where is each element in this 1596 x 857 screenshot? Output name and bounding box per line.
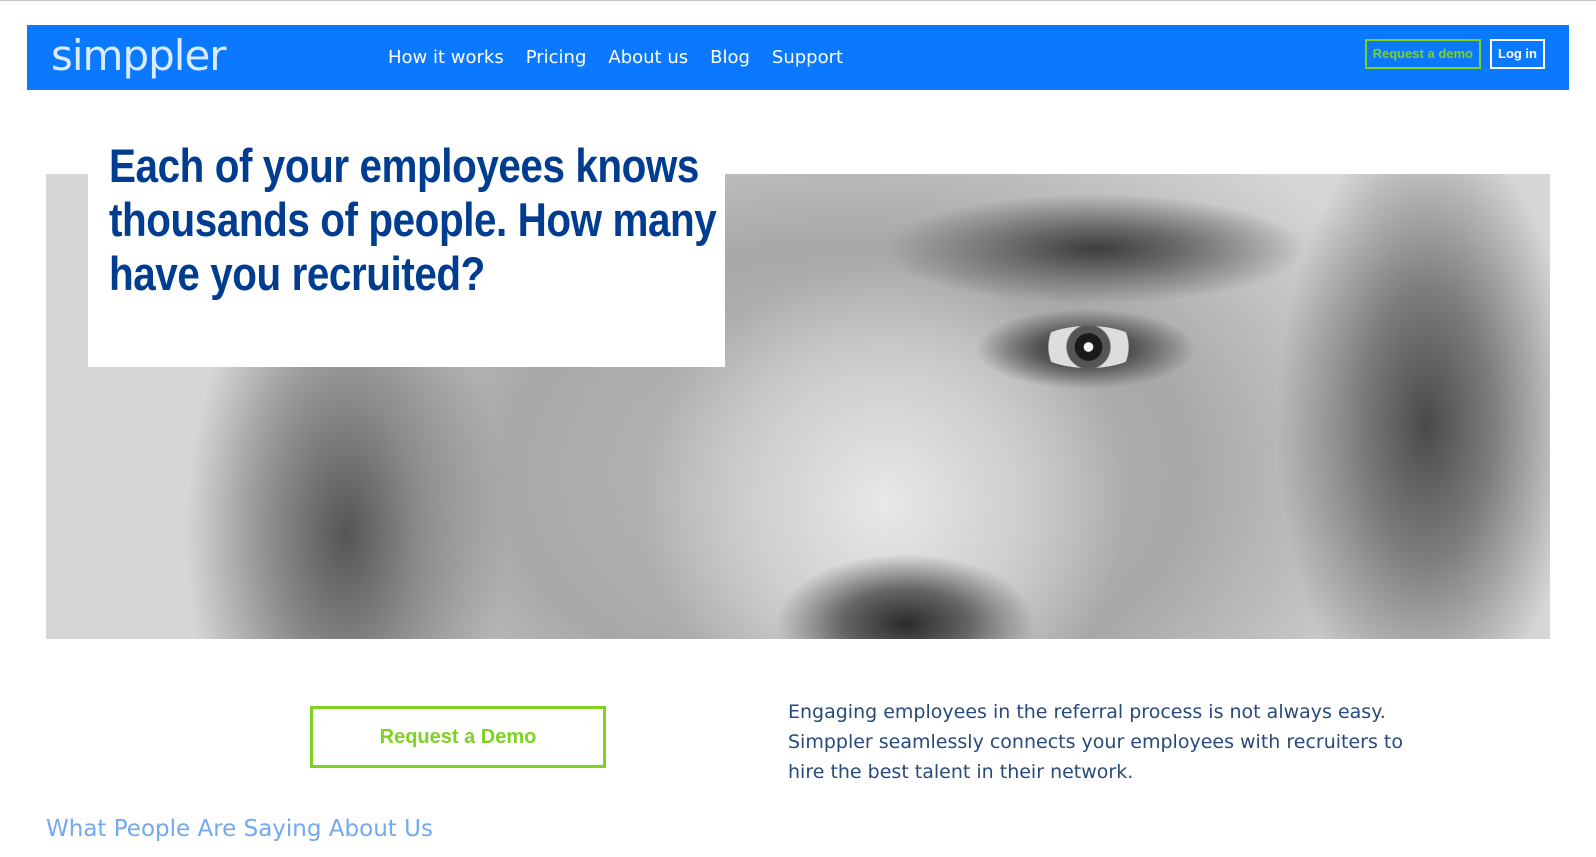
nav-pricing[interactable]: Pricing <box>526 47 587 68</box>
request-demo-cta-button[interactable]: Request a Demo <box>310 706 606 768</box>
main-nav: How it works Pricing About us Blog Suppo… <box>388 25 865 90</box>
top-navbar: simppler How it works Pricing About us B… <box>27 25 1569 90</box>
testimonials-title: What People Are Saying About Us <box>46 816 433 842</box>
login-button[interactable]: Log in <box>1490 39 1545 69</box>
portrait-eye <box>1036 326 1141 368</box>
nav-support[interactable]: Support <box>772 47 843 68</box>
nav-how-it-works[interactable]: How it works <box>388 47 504 68</box>
top-border <box>0 0 1596 1</box>
nav-blog[interactable]: Blog <box>710 47 750 68</box>
nav-actions: Request a demo Log in <box>1364 39 1545 69</box>
intro-text: Engaging employees in the referral proce… <box>788 701 1403 783</box>
request-demo-button[interactable]: Request a demo <box>1364 39 1481 69</box>
hero-headline: Each of your employees knows thousands o… <box>109 139 717 300</box>
simppler-logo[interactable]: simppler <box>51 31 227 81</box>
headline-box: Each of your employees knows thousands o… <box>88 127 725 367</box>
nav-about-us[interactable]: About us <box>608 47 688 68</box>
